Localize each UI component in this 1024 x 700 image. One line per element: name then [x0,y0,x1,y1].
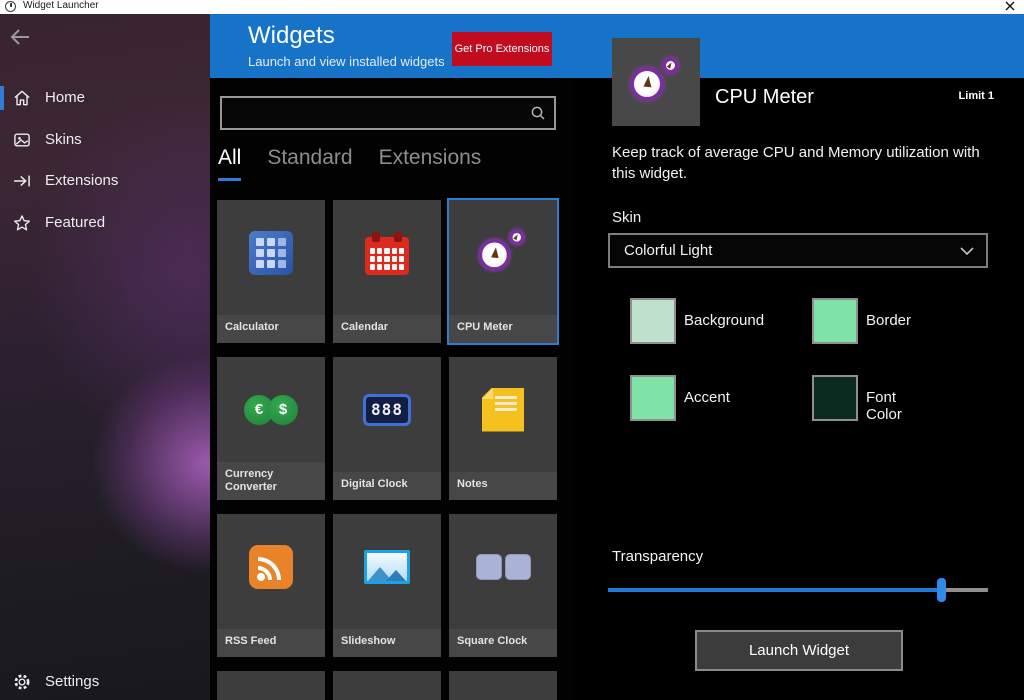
swatch-label: Border [866,312,911,329]
font-color-swatch[interactable] [812,375,858,421]
transparency-fill [608,588,942,592]
sidebar-item-label: Home [45,83,85,113]
selection-accent-bar [0,86,4,110]
arrow-import-icon [12,171,32,191]
widget-tile-square-clock[interactable]: Square Clock [449,514,557,657]
search-input[interactable] [228,98,523,128]
widget-tile-notes[interactable]: Notes [449,357,557,500]
widget-tile-calendar[interactable]: Calendar [333,200,441,343]
page-subtitle: Launch and view installed widgets [248,54,445,69]
app-icon [5,1,16,12]
widget-tile-rss-feed[interactable]: RSS Feed [217,514,325,657]
transparency-slider[interactable] [608,578,988,602]
page-title: Widgets [248,22,335,50]
widget-library-panel: All Standard Extensions Calculator Calen… [210,78,573,700]
launch-widget-button[interactable]: Launch Widget [695,630,903,671]
notes-icon [482,388,524,432]
library-tabs: All Standard Extensions [218,146,481,181]
skin-dropdown[interactable]: Colorful Light [608,233,988,268]
sidebar: Home Skins Extensions Featured [0,14,210,700]
image-icon [12,130,32,150]
widget-tile-label: Digital Clock [333,472,441,500]
background-color-swatch[interactable] [630,298,676,344]
tab-standard[interactable]: Standard [267,146,352,181]
accent-color-swatch[interactable] [630,375,676,421]
titlebar: Widget Launcher [0,0,1024,14]
slideshow-icon [364,550,410,584]
detail-description: Keep track of average CPU and Memory uti… [612,142,992,184]
limit-badge: Limit 1 [959,90,994,102]
sidebar-item-label: Extensions [45,166,118,196]
sidebar-item-home[interactable]: Home [0,83,210,113]
get-pro-extensions-button[interactable]: Get Pro Extensions [452,32,552,66]
sidebar-item-featured[interactable]: Featured [0,208,210,238]
rss-icon [249,545,293,589]
star-icon [12,213,32,233]
tab-all[interactable]: All [218,146,241,181]
transparency-label: Transparency [612,548,703,565]
tab-extensions[interactable]: Extensions [379,146,482,181]
swatch-label: Accent [684,389,730,406]
widget-tile-partial[interactable] [449,671,557,700]
skin-label: Skin [612,209,641,226]
sidebar-item-label: Featured [45,208,105,238]
widget-tile-label: Currency Converter [217,462,325,500]
widget-grid: Calculator Calendar CPU Meter €$ Currenc… [217,200,557,700]
detail-title: CPU Meter [715,86,814,109]
swatch-label: Font Color [866,389,902,423]
widget-tile-label: Square Clock [449,629,557,657]
sidebar-item-label: Skins [45,125,82,155]
widget-tile-currency-converter[interactable]: €$ Currency Converter [217,357,325,500]
currency-converter-icon: €$ [244,395,298,425]
widget-tile-slideshow[interactable]: Slideshow [333,514,441,657]
close-icon[interactable] [1004,0,1016,12]
border-color-swatch[interactable] [812,298,858,344]
back-icon[interactable] [9,27,31,47]
gear-icon [12,672,32,692]
cpu-meter-icon [624,53,688,111]
square-clock-icon [476,554,531,580]
widget-tile-calculator[interactable]: Calculator [217,200,325,343]
search-box [220,96,556,130]
widget-detail-panel: CPU Meter Limit 1 Keep track of average … [573,78,1024,700]
widget-tile-label: RSS Feed [217,629,325,657]
widget-tile-label: Notes [449,472,557,500]
widget-tile-label: Slideshow [333,629,441,657]
widget-tile-partial[interactable] [217,671,325,700]
chevron-down-icon [960,246,974,256]
sidebar-item-extensions[interactable]: Extensions [0,166,210,196]
search-icon[interactable] [530,105,546,121]
widget-tile-cpu-meter[interactable]: CPU Meter [449,200,557,343]
selected-widget-icon-tile [612,38,700,126]
home-icon [12,88,32,108]
widget-tile-label: CPU Meter [449,315,557,343]
widget-tile-digital-clock[interactable]: 888 Digital Clock [333,357,441,500]
swatch-label: Background [684,312,764,329]
window-title: Widget Launcher [23,0,99,13]
skin-dropdown-value: Colorful Light [624,242,712,259]
widget-tile-label: Calculator [217,315,325,343]
calculator-icon [249,231,293,275]
transparency-thumb[interactable] [937,578,946,602]
widget-launcher-window: Widget Launcher Home Skins [0,0,1024,700]
digital-clock-icon: 888 [363,394,411,426]
widget-tile-label: Calendar [333,315,441,343]
sidebar-item-label: Settings [45,667,99,697]
sidebar-item-settings[interactable]: Settings [0,667,210,697]
widget-tile-partial[interactable] [333,671,441,700]
sidebar-item-skins[interactable]: Skins [0,125,210,155]
calendar-icon [365,237,409,275]
cpu-meter-icon [473,225,534,280]
